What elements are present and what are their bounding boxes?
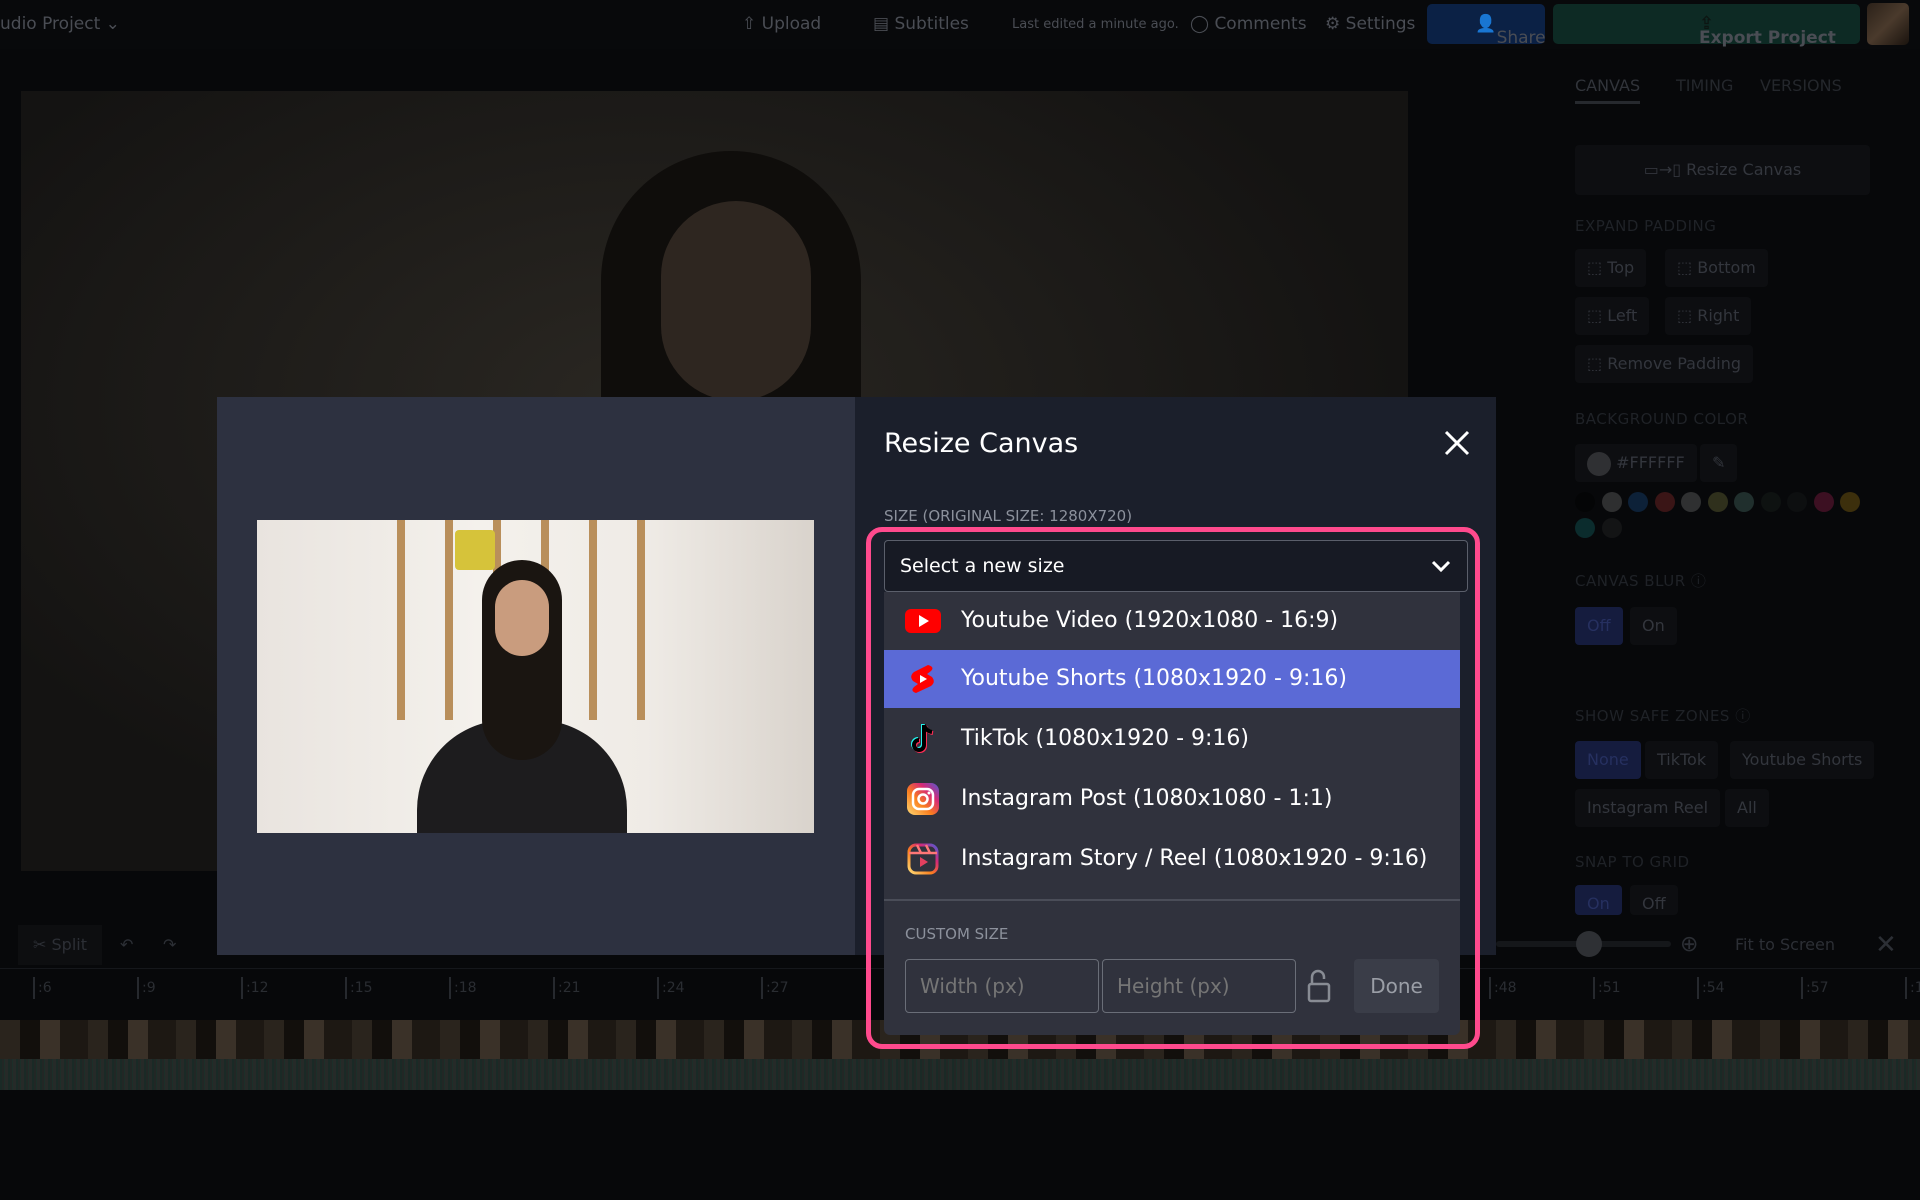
subtitles-button[interactable]: ▤ Subtitles [873,14,969,34]
color-swatch[interactable] [1628,492,1648,512]
project-name-dropdown[interactable]: udio Project ⌄ [0,14,120,34]
color-swatch[interactable] [1761,492,1781,512]
safe-zones-label: SHOW SAFE ZONES ⓘ [1575,705,1751,726]
timeline-tick: :54 [1697,977,1725,999]
canvas-blur-label: CANVAS BLUR ⓘ [1575,570,1706,591]
bg-color-input[interactable]: #FFFFFF [1575,444,1697,482]
undo-icon[interactable]: ↶ [120,925,133,965]
padding-right-button[interactable]: ⬚ Right [1665,297,1751,335]
right-panel: CANVAS TIMING VERSIONS ▭→▯ Resize Canvas… [1555,60,1910,920]
split-button[interactable]: ✂ Split [18,925,102,965]
zoom-in-icon[interactable]: ⊕ [1680,925,1698,965]
safe-zone-none[interactable]: None [1575,741,1641,779]
color-swatch[interactable] [1814,492,1834,512]
timeline-tick: :27 [761,977,789,999]
timeline-tick: :12 [241,977,269,999]
highlight-annotation [866,527,1480,1049]
export-project-button[interactable]: Export Project ⇪ [1553,4,1860,44]
safe-zone-reel[interactable]: Instagram Reel [1575,789,1720,827]
settings-button[interactable]: ⚙ Settings [1325,14,1415,34]
background-color-label: BACKGROUND COLOR [1575,410,1748,428]
padding-top-button[interactable]: ⬚ Top [1575,249,1646,287]
last-edited-text: Last edited a minute ago. [1012,17,1179,32]
timeline-tick: :15 [345,977,373,999]
color-swatch[interactable] [1681,492,1701,512]
color-swatch[interactable] [1575,518,1595,538]
tab-versions[interactable]: VERSIONS [1760,76,1842,95]
top-bar: udio Project ⌄ ⇧ Upload ▤ Subtitles Last… [0,0,1920,49]
comments-button[interactable]: ◯ Comments [1190,14,1307,34]
timeline-tick: :48 [1489,977,1517,999]
blur-off-button[interactable]: Off [1575,607,1623,645]
timeline-tick: :9 [137,977,156,999]
snap-off-button[interactable]: Off [1630,885,1678,915]
modal-title: Resize Canvas [884,428,1078,459]
redo-icon[interactable]: ↷ [163,925,176,965]
color-swatch[interactable] [1840,492,1860,512]
zoom-slider-handle[interactable] [1576,931,1602,957]
modal-preview-image [257,520,814,833]
tab-canvas[interactable]: CANVAS [1575,76,1640,104]
timeline-tick: :1 [1905,977,1920,999]
color-swatch[interactable] [1602,518,1622,538]
eyedropper-icon[interactable]: ✎ [1700,444,1737,482]
snap-label: SNAP TO GRID [1575,853,1690,871]
resize-canvas-button[interactable]: ▭→▯ Resize Canvas [1575,145,1870,195]
color-swatch[interactable] [1787,492,1807,512]
blur-on-button[interactable]: On [1630,607,1677,645]
tab-timing[interactable]: TIMING [1676,76,1733,95]
close-timeline-icon[interactable]: ✕ [1875,925,1897,965]
fit-to-screen-button[interactable]: Fit to Screen [1715,925,1855,965]
remove-padding-button[interactable]: ⬚ Remove Padding [1575,345,1753,383]
timeline-tick: :24 [657,977,685,999]
color-swatch[interactable] [1602,492,1622,512]
timeline-tick: :6 [33,977,52,999]
color-swatch[interactable] [1575,492,1595,512]
audio-waveform[interactable] [0,1059,1920,1090]
avatar[interactable] [1867,3,1909,45]
padding-left-button[interactable]: ⬚ Left [1575,297,1649,335]
close-icon[interactable] [1442,428,1472,458]
upload-button[interactable]: ⇧ Upload [742,14,821,34]
expand-padding-label: EXPAND PADDING [1575,217,1716,235]
color-swatch[interactable] [1708,492,1728,512]
snap-on-button[interactable]: On [1575,885,1622,915]
timeline-tick: :18 [449,977,477,999]
timeline-tick: :51 [1593,977,1621,999]
share-button[interactable]: 👤 Share [1427,4,1545,44]
padding-bottom-button[interactable]: ⬚ Bottom [1665,249,1768,287]
color-swatch[interactable] [1734,492,1754,512]
timeline-tick: :57 [1801,977,1829,999]
timeline-tick: :21 [553,977,581,999]
color-swatch[interactable] [1655,492,1675,512]
safe-zone-all[interactable]: All [1725,789,1769,827]
safe-zone-shorts[interactable]: Youtube Shorts [1730,741,1874,779]
size-label: SIZE (ORIGINAL SIZE: 1280X720) [884,507,1132,525]
safe-zone-tiktok[interactable]: TikTok [1645,741,1718,779]
